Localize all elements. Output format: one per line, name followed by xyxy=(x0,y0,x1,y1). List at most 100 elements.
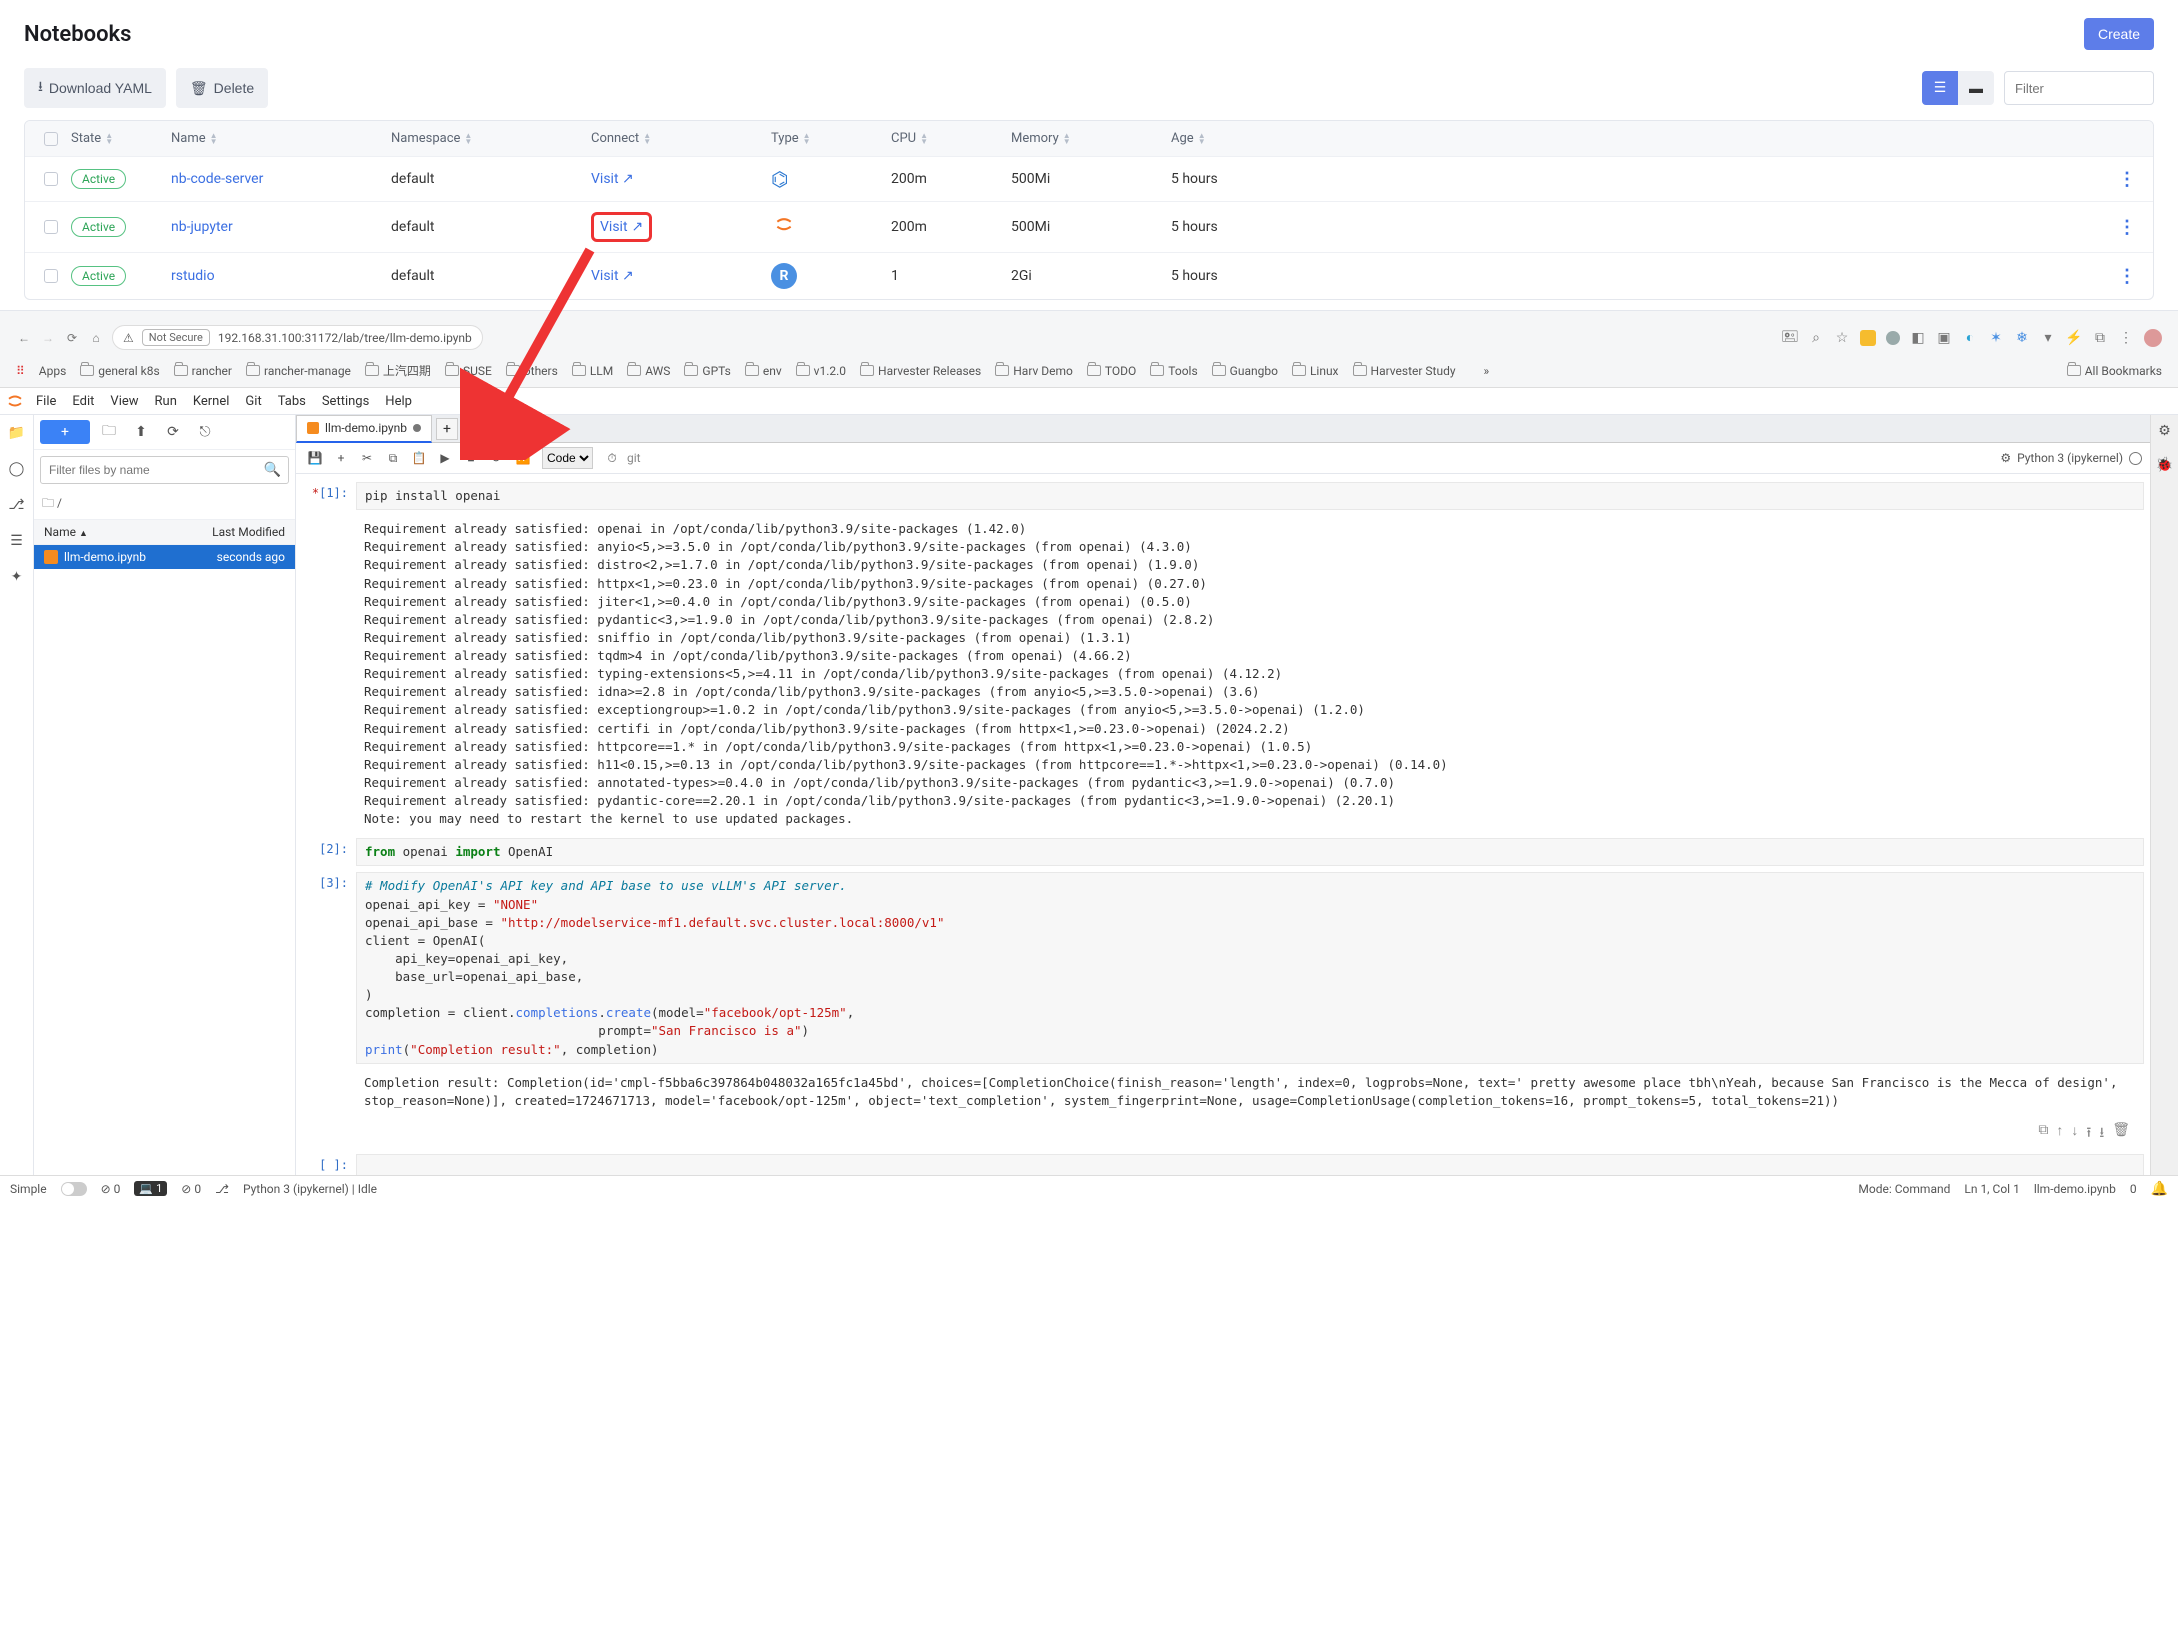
menu-run[interactable]: Run xyxy=(147,390,185,413)
row-actions-menu[interactable]: ⋮ xyxy=(2107,169,2147,190)
stop-button[interactable]: ■ xyxy=(460,447,482,469)
debugger-tab[interactable]: 🐞 xyxy=(2155,455,2175,475)
bookmark-folder[interactable]: rancher xyxy=(174,364,232,378)
star-icon[interactable]: ☆ xyxy=(1834,330,1850,346)
bookmark-folder[interactable]: SUSE xyxy=(445,364,492,378)
duplicate-cell-icon[interactable]: ⧉ xyxy=(2038,1122,2048,1146)
bell-icon[interactable]: 🔔 xyxy=(2151,1181,2168,1197)
col-namespace[interactable]: Namespace▲▼ xyxy=(391,131,591,146)
reload-button[interactable]: ⟳ xyxy=(64,330,80,346)
menu-tabs[interactable]: Tabs xyxy=(270,390,314,413)
card-view-button[interactable]: ▬ xyxy=(1958,71,1994,105)
simple-mode-toggle[interactable] xyxy=(61,1182,87,1196)
file-row[interactable]: llm-demo.ipynb seconds ago xyxy=(34,545,295,569)
url-bar[interactable]: ⚠ Not Secure 192.168.31.100:31172/lab/tr… xyxy=(112,325,483,350)
row-actions-menu[interactable]: ⋮ xyxy=(2107,266,2147,287)
bookmark-folder[interactable]: Guangbo xyxy=(1212,364,1278,378)
insert-above-icon[interactable]: ⭱ xyxy=(2086,1122,2091,1146)
new-launcher-button[interactable]: + xyxy=(40,420,90,444)
new-folder-button[interactable]: 🗀 xyxy=(96,420,122,444)
fb-col-name[interactable]: Name ▲ xyxy=(44,525,88,539)
git-status-icon[interactable]: ⎇ xyxy=(215,1182,229,1196)
running-tab[interactable]: ◯ xyxy=(7,459,27,479)
bookmark-folder[interactable]: Linux xyxy=(1292,364,1339,378)
visit-link[interactable]: Visit ↗ xyxy=(591,268,634,284)
menu-git[interactable]: Git xyxy=(237,390,269,413)
ext-icon-1[interactable] xyxy=(1860,330,1876,346)
run-button[interactable]: ▶ xyxy=(434,447,456,469)
move-down-icon[interactable]: ↓ xyxy=(2071,1122,2078,1146)
bookmark-folder[interactable]: env xyxy=(745,364,782,378)
apps-icon[interactable]: ⠿ xyxy=(16,364,25,378)
col-cpu[interactable]: CPU▲▼ xyxy=(891,131,1011,146)
refresh-button[interactable]: ⟳ xyxy=(160,420,186,444)
bookmark-folder[interactable]: Harv Demo xyxy=(995,364,1073,378)
insert-below-icon[interactable]: ⭳ xyxy=(2099,1122,2104,1146)
profile-avatar[interactable] xyxy=(2144,329,2162,347)
paste-button[interactable]: 📋 xyxy=(408,447,430,469)
move-up-icon[interactable]: ↑ xyxy=(2056,1122,2063,1146)
bookmark-folder[interactable]: GPTs xyxy=(684,364,730,378)
bookmark-folder[interactable]: Harvester Study xyxy=(1353,364,1456,378)
delete-button[interactable]: 🗑 Delete xyxy=(176,68,268,108)
ext-icon-9[interactable]: ⚡ xyxy=(2066,330,2082,346)
bookmark-folder[interactable]: 上汽四期 xyxy=(365,362,431,379)
kernel-settings-icon[interactable]: ⚙ xyxy=(2000,451,2011,465)
fb-col-modified[interactable]: Last Modified xyxy=(212,525,285,539)
bookmark-folder[interactable]: AWS xyxy=(627,364,670,378)
timing-button[interactable]: ⏱ xyxy=(601,447,623,469)
bookmark-folder[interactable]: v1.2.0 xyxy=(796,364,846,378)
col-type[interactable]: Type▲▼ xyxy=(771,131,891,146)
cut-button[interactable]: ✂ xyxy=(356,447,378,469)
code-cell[interactable]: pip install openai xyxy=(356,482,2144,510)
breadcrumb-root[interactable]: / xyxy=(57,496,62,510)
download-yaml-button[interactable]: ⭳ Download YAML xyxy=(24,68,166,108)
bookmark-folder[interactable]: LLM xyxy=(572,364,613,378)
terminals-status[interactable]: 💻1 xyxy=(134,1181,167,1196)
jupyter-logo[interactable] xyxy=(4,390,26,412)
restart-run-all-button[interactable]: ⏩ xyxy=(512,447,534,469)
notebook-tab[interactable]: llm-demo.ipynb xyxy=(296,415,432,443)
save-button[interactable]: 💾 xyxy=(304,447,326,469)
ext-icon-6[interactable]: ✶ xyxy=(1988,330,2004,346)
visit-link[interactable]: Visit ↗ xyxy=(591,212,652,242)
files-tab[interactable]: 📁 xyxy=(7,423,27,443)
new-tab-button[interactable]: + xyxy=(436,418,458,440)
notebook-name-link[interactable]: nb-jupyter xyxy=(171,219,233,235)
all-bookmarks[interactable]: All Bookmarks xyxy=(2067,364,2162,378)
git-pull-button[interactable]: ⎋ xyxy=(192,420,218,444)
bookmark-folder[interactable]: rancher-manage xyxy=(246,364,351,378)
col-memory[interactable]: Memory▲▼ xyxy=(1011,131,1171,146)
extensions-menu[interactable]: ⋮ xyxy=(2118,330,2134,346)
insert-cell-button[interactable]: + xyxy=(330,447,352,469)
row-checkbox[interactable] xyxy=(44,172,58,186)
file-filter-input[interactable] xyxy=(40,456,289,484)
ext-icon-7[interactable]: ❄ xyxy=(2014,330,2030,346)
ext-icon-3[interactable]: ◧ xyxy=(1910,330,1926,346)
menu-help[interactable]: Help xyxy=(377,390,420,413)
upload-button[interactable]: ⬆ xyxy=(128,420,154,444)
copy-button[interactable]: ⧉ xyxy=(382,447,404,469)
col-age[interactable]: Age▲▼ xyxy=(1171,131,2107,146)
bookmark-folder[interactable]: others xyxy=(506,364,558,378)
row-checkbox[interactable] xyxy=(44,269,58,283)
col-connect[interactable]: Connect▲▼ xyxy=(591,131,771,146)
col-state[interactable]: State▲▼ xyxy=(71,131,171,146)
ext-icon-5[interactable]: ◐ xyxy=(1962,330,1978,346)
menu-settings[interactable]: Settings xyxy=(314,390,377,413)
ext-icon-2[interactable] xyxy=(1886,331,1900,345)
menu-view[interactable]: View xyxy=(102,390,146,413)
cell-type-select[interactable]: Code xyxy=(542,447,593,469)
code-cell[interactable]: # Modify OpenAI's API key and API base t… xyxy=(356,872,2144,1063)
col-name[interactable]: Name▲▼ xyxy=(171,131,391,146)
translate-icon[interactable]: 🖭 xyxy=(1782,330,1798,346)
notification-count[interactable]: 0 xyxy=(2130,1182,2137,1196)
notebook-name-link[interactable]: nb-code-server xyxy=(171,171,263,187)
filter-input[interactable] xyxy=(2004,71,2154,105)
forward-button[interactable]: → xyxy=(40,330,56,346)
notebook-name-link[interactable]: rstudio xyxy=(171,268,215,284)
select-all-checkbox[interactable] xyxy=(44,132,58,146)
lsp-status[interactable]: ⊘0 xyxy=(101,1182,121,1196)
home-button[interactable]: ⌂ xyxy=(88,330,104,346)
delete-cell-icon[interactable]: 🗑 xyxy=(2112,1122,2130,1146)
